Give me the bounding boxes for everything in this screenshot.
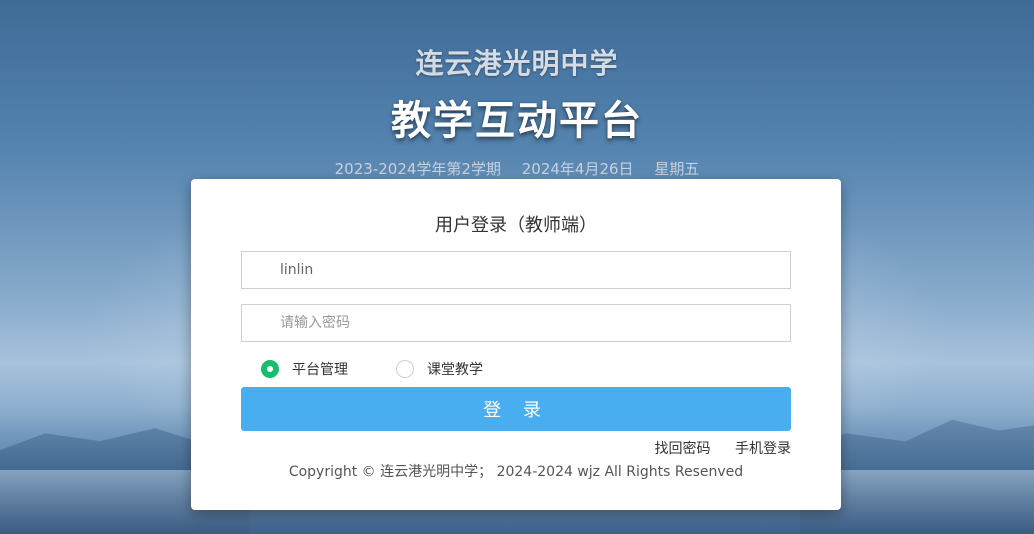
date-text: 2024年4月26日: [521, 160, 634, 178]
auxiliary-links: 找回密码 手机登录: [655, 438, 791, 458]
password-input[interactable]: [241, 304, 791, 342]
forgot-password-link[interactable]: 找回密码: [655, 441, 711, 457]
weekday-text: 星期五: [654, 160, 700, 178]
phone-login-link[interactable]: 手机登录: [735, 441, 791, 457]
role-label: 课堂教学: [427, 362, 483, 378]
term-date-line: 2023-2024学年第2学期 2024年4月26日 星期五: [0, 158, 1034, 179]
login-button[interactable]: 登 录: [241, 387, 791, 431]
login-card: 用户登录（教师端） 平台管理 课堂教学 登 录 找回密码 手机登录 Copyri…: [191, 179, 841, 510]
platform-title: 教学互动平台: [391, 98, 643, 144]
copyright-text: Copyright © 连云港光明中学； 2024-2024 wjz All R…: [288, 464, 744, 480]
role-option-classroom-teaching[interactable]: 课堂教学: [396, 359, 483, 379]
username-input[interactable]: [241, 251, 791, 289]
radio-unchecked-icon[interactable]: [396, 360, 414, 378]
school-name: 连云港光明中学: [415, 47, 619, 80]
role-option-platform-management[interactable]: 平台管理: [261, 359, 348, 379]
radio-checked-icon[interactable]: [261, 360, 279, 378]
role-label: 平台管理: [292, 362, 348, 378]
role-selector: 平台管理 课堂教学: [261, 359, 483, 379]
term-text: 2023-2024学年第2学期: [334, 160, 501, 178]
login-title: 用户登录（教师端）: [435, 215, 597, 236]
